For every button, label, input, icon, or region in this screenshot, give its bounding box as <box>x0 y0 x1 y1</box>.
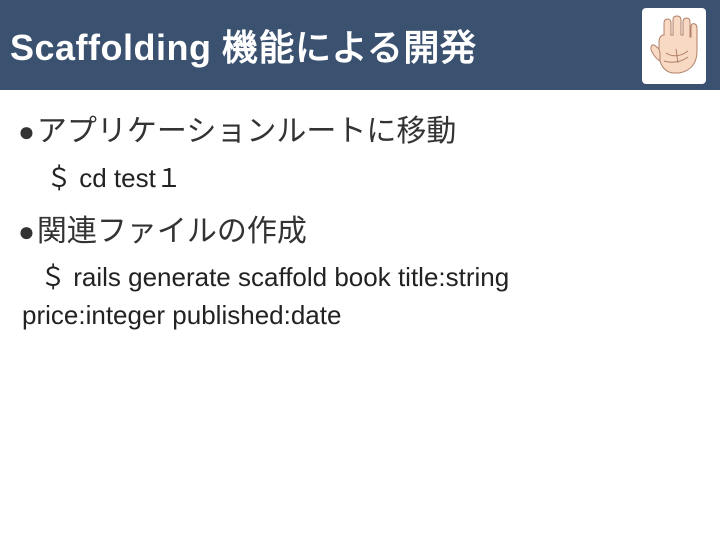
command-text-line1: ＄ rails generate scaffold book title:str… <box>40 262 509 292</box>
bullet-label: アプリケーションルートに移動 <box>37 110 456 154</box>
bullet-item-2: ● 関連ファイルの作成 <box>18 210 698 254</box>
bullet-marker: ● <box>18 112 35 153</box>
bullet-marker: ● <box>18 212 35 253</box>
slide-title: Scaffolding 機能による開発 <box>0 19 476 71</box>
slide: Scaffolding 機能による開発 ● アプリケーションルートに移動 ＄ c… <box>0 0 720 540</box>
bullet-label: 関連ファイルの作成 <box>37 210 307 254</box>
command-line-1: ＄ cd test１ <box>46 158 698 198</box>
hand-icon <box>642 8 706 84</box>
command-text-line2: price:integer published:date <box>22 297 680 335</box>
slide-content: ● アプリケーションルートに移動 ＄ cd test１ ● 関連ファイルの作成 … <box>18 108 698 335</box>
hand-svg <box>648 13 700 79</box>
title-bar: Scaffolding 機能による開発 <box>0 0 720 90</box>
bullet-item-1: ● アプリケーションルートに移動 <box>18 110 698 154</box>
command-block-2: ＄ rails generate scaffold book title:str… <box>40 259 680 334</box>
